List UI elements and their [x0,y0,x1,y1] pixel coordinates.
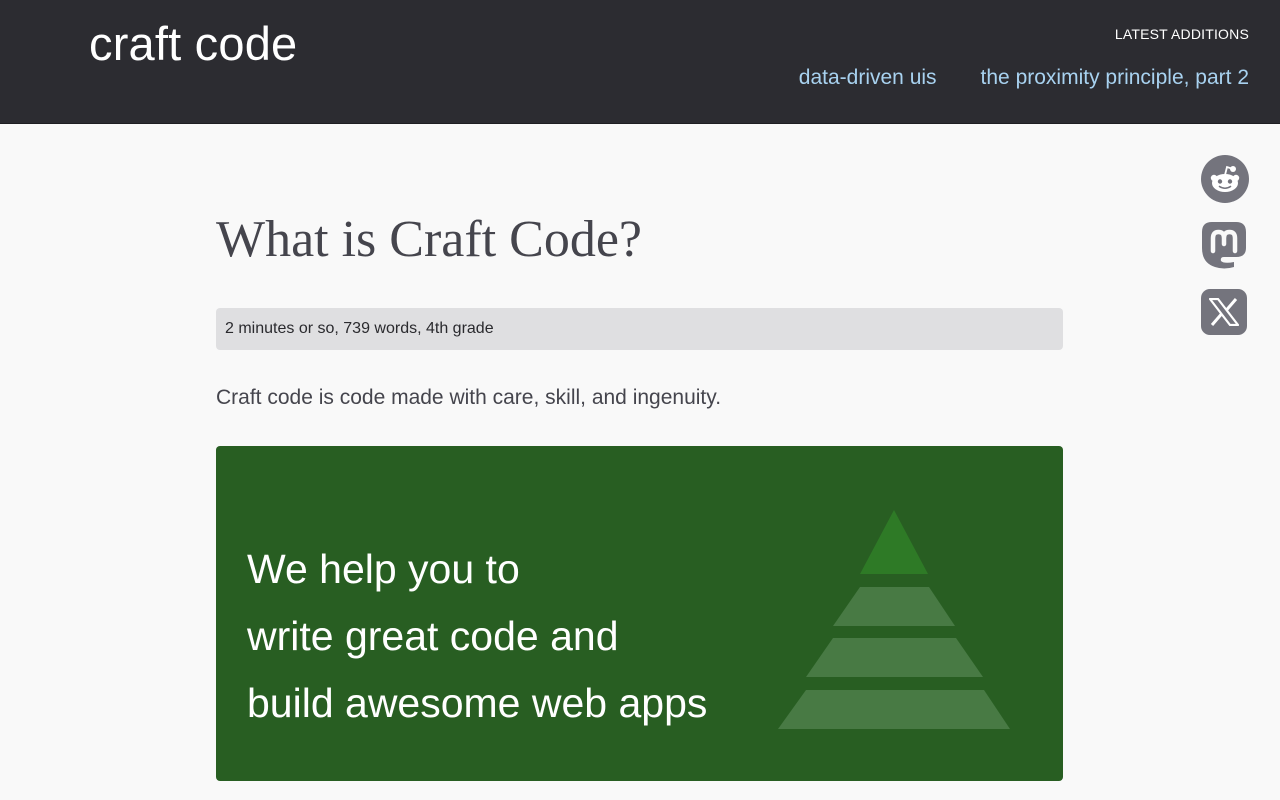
pyramid-tier-3 [806,638,983,677]
reddit-share-button[interactable] [1201,155,1249,203]
latest-additions-nav: data-driven uis the proximity principle,… [799,64,1249,92]
hero-banner: We help you to write great code and buil… [216,446,1063,781]
x-icon [1209,298,1239,326]
reading-meta: 2 minutes or so, 739 words, 4th grade [216,308,1063,350]
site-title-link[interactable]: craft code [89,14,297,74]
page-title: What is Craft Code? [216,211,642,268]
hero-text: We help you to write great code and buil… [247,536,707,737]
hero-line-1: We help you to [247,546,520,592]
reading-meta-text: 2 minutes or so, 739 words, 4th grade [225,320,494,337]
pyramid-tier-4 [778,690,1010,729]
intro-paragraph: Craft code is code made with care, skill… [216,386,722,409]
reddit-icon [1210,165,1240,192]
mastodon-share-button[interactable] [1201,221,1247,269]
hero-line-3: build awesome web apps [247,680,708,726]
latest-additions-label: LATEST ADDITIONS [1114,26,1249,42]
site-header: craft code LATEST ADDITIONS data-driven … [0,0,1280,124]
hero-line-2: write great code and [247,613,619,659]
latest-link-proximity-principle[interactable]: the proximity principle, part 2 [981,64,1249,92]
latest-link-data-driven-uis[interactable]: data-driven uis [799,64,937,92]
pyramid-tier-1 [860,510,928,574]
pyramid-graphic [778,510,1010,729]
share-bar [1201,155,1249,335]
x-share-button[interactable] [1201,289,1247,335]
article: What is Craft Code? 2 minutes or so, 739… [216,200,1063,781]
mastodon-icon [1202,222,1246,269]
pyramid-tier-2 [833,587,955,626]
